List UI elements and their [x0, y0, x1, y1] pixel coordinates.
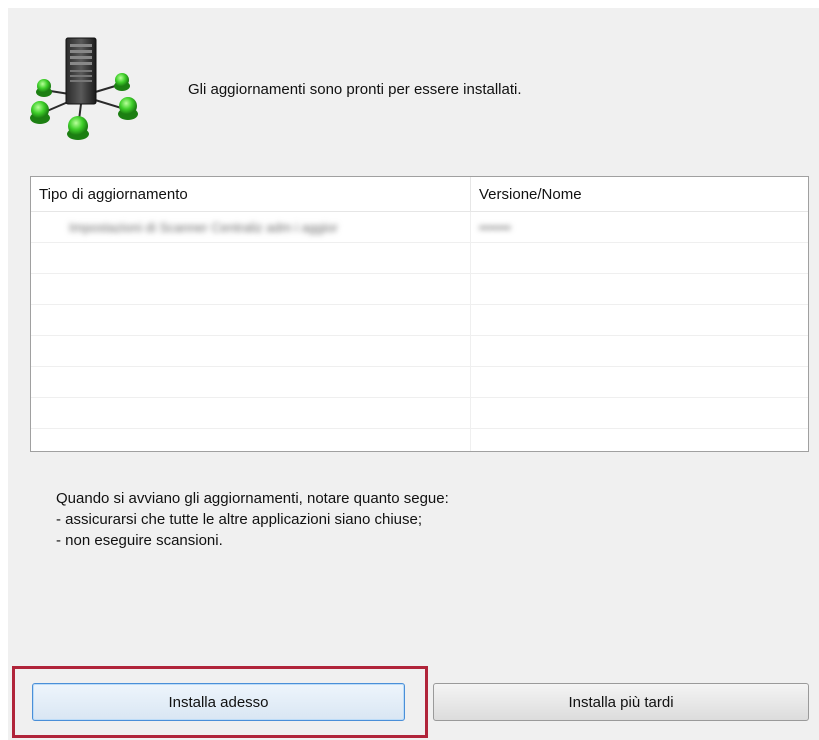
cell-version — [471, 367, 808, 397]
update-type-text: Impostazioni di Scanner Centraliz adm i … — [69, 219, 338, 235]
table-header: Tipo di aggiornamento Versione/Nome — [31, 177, 808, 212]
cell-version — [471, 243, 808, 273]
cell-type — [31, 429, 471, 451]
cell-version — [471, 305, 808, 335]
cell-version — [471, 398, 808, 428]
install-later-button[interactable]: Installa più tardi — [433, 683, 809, 721]
cell-version: ••••••• — [471, 212, 808, 242]
table-row — [31, 336, 808, 367]
cell-type: Impostazioni di Scanner Centraliz adm i … — [31, 212, 471, 242]
update-notes: Quando si avviano gli aggiornamenti, not… — [56, 488, 449, 551]
table-row[interactable]: Impostazioni di Scanner Centraliz adm i … — [31, 212, 808, 243]
table-row — [31, 398, 808, 429]
update-dialog: Gli aggiornamenti sono pronti per essere… — [8, 8, 819, 740]
cell-version — [471, 274, 808, 304]
notes-no-scans: - non eseguire scansioni. — [56, 532, 223, 549]
cell-type — [31, 367, 471, 397]
install-now-button[interactable]: Installa adesso — [32, 683, 405, 721]
cell-version — [471, 429, 808, 451]
column-header-type[interactable]: Tipo di aggiornamento — [31, 177, 471, 211]
cell-version — [471, 336, 808, 366]
cell-type — [31, 305, 471, 335]
cell-type — [31, 243, 471, 273]
table-row — [31, 243, 808, 274]
update-version-text: ••••••• — [479, 219, 511, 235]
table-row — [31, 429, 808, 451]
notes-intro: Quando si avviano gli aggiornamenti, not… — [56, 490, 449, 507]
table-row — [31, 367, 808, 398]
cell-type — [31, 274, 471, 304]
notes-close-apps: - assicurarsi che tutte le altre applica… — [56, 511, 423, 528]
table-row — [31, 305, 808, 336]
header: Gli aggiornamenti sono pronti per essere… — [26, 34, 806, 144]
cell-type — [31, 336, 471, 366]
cell-type — [31, 398, 471, 428]
column-header-version[interactable]: Versione/Nome — [471, 177, 808, 211]
server-network-icon — [30, 37, 138, 140]
updates-table[interactable]: Tipo di aggiornamento Versione/Nome Impo… — [30, 176, 809, 452]
table-row — [31, 274, 808, 305]
header-message: Gli aggiornamenti sono pronti per essere… — [188, 81, 522, 98]
